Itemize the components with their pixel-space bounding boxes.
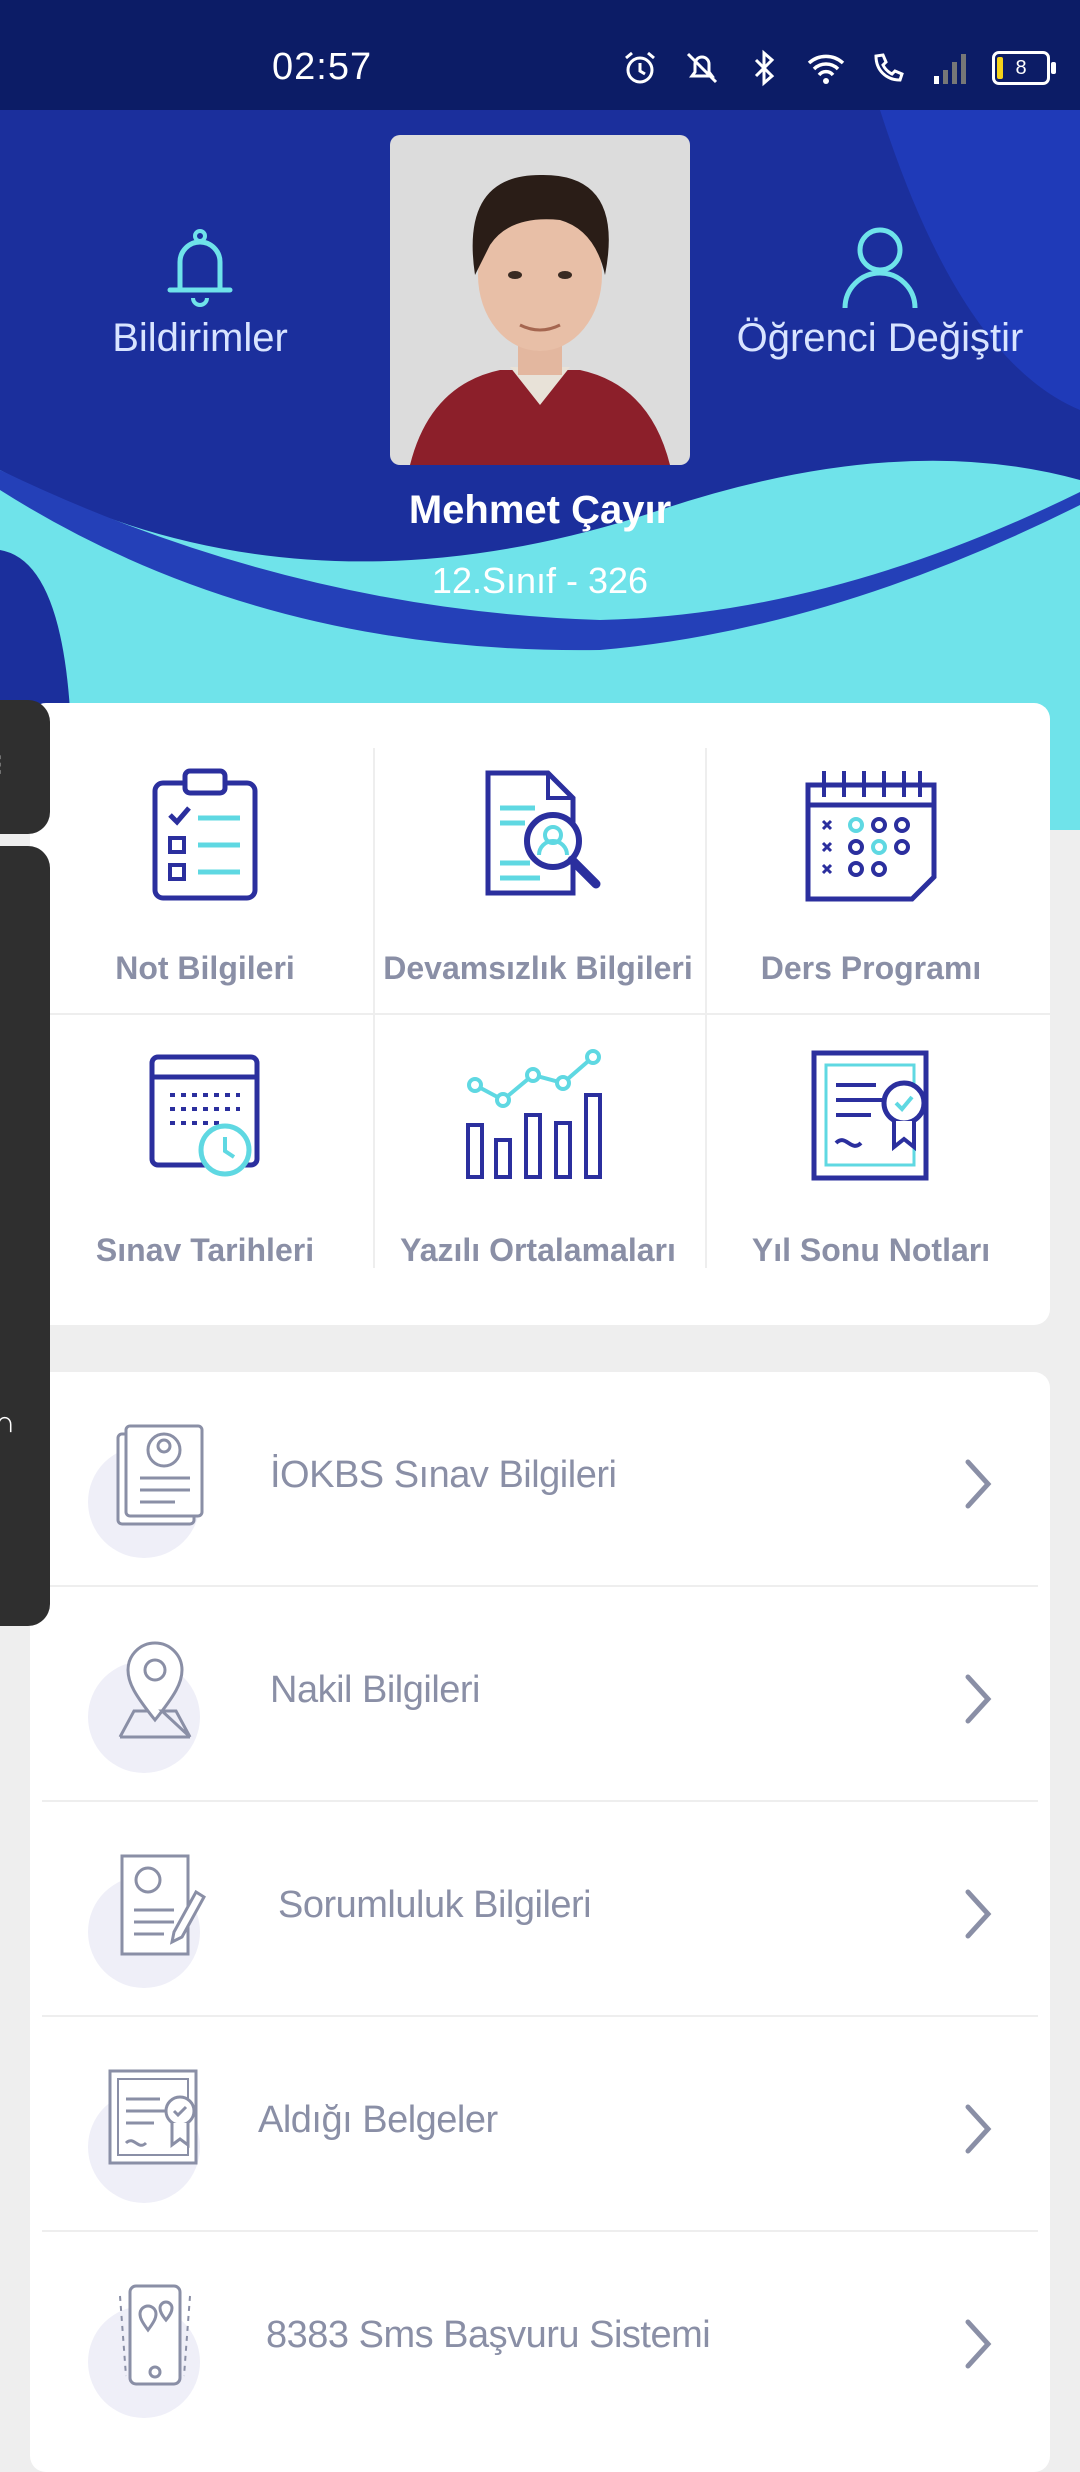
chevron-right-icon	[965, 1889, 992, 1939]
bar-chart-icon	[466, 1049, 602, 1179]
grid-item-not-bilgileri[interactable]: Not Bilgileri	[40, 733, 370, 1015]
battery-icon: 8	[992, 51, 1056, 85]
signal-icon	[934, 54, 966, 84]
alarm-icon	[625, 51, 655, 84]
certificate-icon	[811, 1050, 929, 1181]
grid-item-sinav-tarihleri[interactable]: Sınav Tarihleri	[40, 1015, 370, 1297]
floating-side-panel[interactable]: ∩	[0, 846, 50, 1626]
chevron-right-icon	[965, 2104, 992, 2154]
list-item-label: Sorumluluk Bilgileri	[278, 1884, 592, 1926]
notifications-button[interactable]: Bildirimler	[90, 220, 310, 361]
mute-icon	[686, 52, 718, 84]
grid-item-devamsizlik-bilgileri[interactable]: Devamsızlık Bilgileri	[373, 733, 703, 1015]
list-item-8383-sms-basvuru-sistemi[interactable]: 8383 Sms Başvuru Sistemi	[30, 2232, 1050, 2447]
list-item-label: 8383 Sms Başvuru Sistemi	[266, 2314, 711, 2356]
chevron-right-icon	[965, 2319, 992, 2369]
switch-student-button[interactable]: Öğrenci Değiştir	[720, 220, 1040, 361]
bluetooth-icon	[754, 49, 775, 87]
certificate-document-icon	[108, 2069, 198, 2165]
user-icon	[842, 227, 918, 309]
clipboard-checklist-icon	[152, 768, 258, 901]
notifications-label: Bildirimler	[112, 316, 288, 360]
status-bar: 02:57 8	[0, 0, 1080, 110]
battery-level: 8	[1015, 57, 1027, 79]
chevron-right-icon	[965, 1674, 992, 1724]
student-photo	[390, 135, 690, 465]
student-class: 12.Sınıf - 326	[431, 560, 649, 601]
grid-item-label: Not Bilgileri	[115, 950, 295, 986]
chevron-right-icon	[965, 1459, 992, 1509]
document-search-icon	[485, 770, 601, 896]
grid-item-yil-sonu-notlari[interactable]: Yıl Sonu Notları	[706, 1015, 1036, 1297]
wifi-calling-icon	[874, 53, 904, 82]
list-item-nakil-bilgileri[interactable]: Nakil Bilgileri	[30, 1587, 1050, 1802]
grid-item-ders-programi[interactable]: Ders Programı	[706, 733, 1036, 1015]
grid-item-label: Yazılı Ortalamaları	[400, 1232, 676, 1268]
grid-item-label: Ders Programı	[760, 950, 982, 986]
grid-item-label: Devamsızlık Bilgileri	[383, 950, 693, 986]
list-item-label: İOKBS Sınav Bilgileri	[270, 1454, 617, 1496]
grid-item-yazili-ortalamalari[interactable]: Yazılı Ortalamaları	[373, 1015, 703, 1297]
status-icons: 8	[620, 48, 1056, 88]
grid-item-label: Sınav Tarihleri	[95, 1232, 315, 1268]
location-pin-icon	[118, 1641, 192, 1739]
list-item-aldigi-belgeler[interactable]: Aldığı Belgeler	[30, 2017, 1050, 2232]
list-item-sorumluluk-bilgileri[interactable]: Sorumluluk Bilgileri	[30, 1802, 1050, 2017]
calendar-clock-icon	[149, 1054, 260, 1177]
quick-access-grid: Not Bilgileri Devamsızlık Bilgileri Ders…	[30, 703, 1050, 1325]
calendar-schedule-icon	[805, 771, 937, 902]
list-item-iokbs-sinav-bilgileri[interactable]: İOKBS Sınav Bilgileri	[30, 1372, 1050, 1587]
student-name: Mehmet Çayır	[408, 488, 672, 532]
bell-icon	[167, 229, 233, 307]
switch-student-label: Öğrenci Değiştir	[736, 316, 1024, 360]
floating-side-tab[interactable]: ⁝	[0, 700, 50, 834]
phone-location-icon	[119, 2284, 191, 2386]
grid-item-label: Yıl Sonu Notları	[751, 1232, 991, 1268]
info-list: İOKBS Sınav Bilgileri Nakil Bilgileri So…	[30, 1372, 1050, 2472]
profile-document-icon	[120, 1854, 206, 1956]
wifi-icon	[807, 54, 845, 84]
id-card-icon	[116, 1424, 204, 1526]
list-item-label: Nakil Bilgileri	[270, 1669, 481, 1711]
status-time: 02:57	[272, 46, 373, 88]
list-item-label: Aldığı Belgeler	[258, 2099, 498, 2141]
